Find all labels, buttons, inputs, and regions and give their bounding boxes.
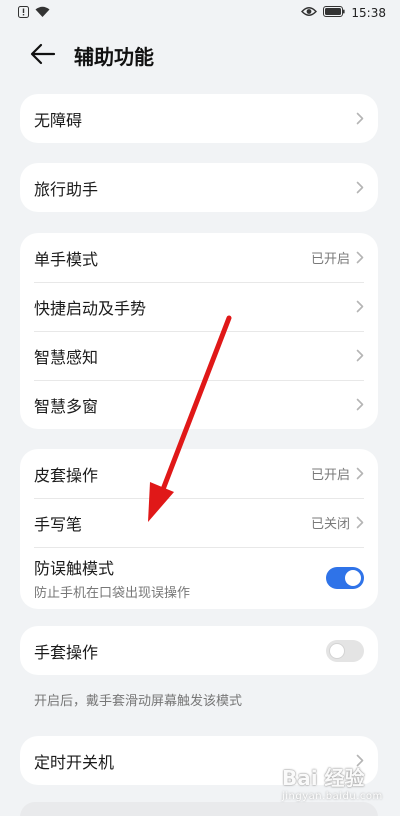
row-accidental-touch: 防误触模式 防止手机在口袋出现误操作 <box>20 547 378 609</box>
card-glove-mode: 手套操作 <box>20 626 378 675</box>
status-time: 15:38 <box>351 6 386 20</box>
row-label: 旅行助手 <box>34 179 99 199</box>
baidu-watermark: Bai 经验 jingyan.baidu.com <box>282 762 383 802</box>
row-smart-multiwindow[interactable]: 智慧多窗 <box>20 380 378 429</box>
chevron-right-icon <box>356 349 364 362</box>
card-travel-assistant: 旅行助手 <box>20 163 378 212</box>
card-cover-stylus: 皮套操作 已开启 手写笔 已关闭 防误触模式 防止手机在口袋出现误操作 <box>20 449 378 609</box>
row-value: 已关闭 <box>310 517 350 532</box>
card-accessibility: 无障碍 <box>20 94 378 143</box>
watermark-logo: Bai 经验 <box>282 766 365 790</box>
card-gestures: 单手模式 已开启 快捷启动及手势 智慧感知 智慧多窗 <box>20 233 378 429</box>
chevron-right-icon <box>356 516 364 529</box>
chevron-right-icon <box>356 300 364 313</box>
row-label: 无障碍 <box>34 110 83 130</box>
chevron-right-icon <box>356 251 364 264</box>
glove-mode-toggle[interactable] <box>326 639 364 662</box>
row-sublabel: 防止手机在口袋出现误操作 <box>34 586 191 601</box>
row-value: 已开启 <box>310 468 350 483</box>
chevron-right-icon <box>356 181 364 194</box>
battery-icon <box>323 6 346 20</box>
row-label: 手套操作 <box>34 642 99 662</box>
row-label: 手写笔 <box>34 514 83 534</box>
card-partial <box>20 802 378 816</box>
row-shortcuts-gestures[interactable]: 快捷启动及手势 <box>20 282 378 331</box>
back-arrow-icon[interactable] <box>30 43 56 65</box>
chevron-right-icon <box>356 112 364 125</box>
row-glove-mode: 手套操作 <box>20 626 378 675</box>
row-smart-sensing[interactable]: 智慧感知 <box>20 331 378 380</box>
accidental-touch-toggle[interactable] <box>326 567 364 589</box>
glove-mode-note: 开启后，戴手套滑动屏幕触发该模式 <box>34 694 243 709</box>
row-label: 快捷启动及手势 <box>34 298 147 318</box>
row-smart-cover[interactable]: 皮套操作 已开启 <box>20 449 378 498</box>
row-label: 皮套操作 <box>34 465 99 485</box>
eye-icon <box>301 6 318 20</box>
chevron-right-icon <box>356 398 364 411</box>
row-label: 智慧多窗 <box>34 396 99 416</box>
row-travel-assistant[interactable]: 旅行助手 <box>20 163 378 212</box>
notification-icon <box>18 5 29 21</box>
row-label: 防误触模式 <box>34 559 115 578</box>
row-accessibility[interactable]: 无障碍 <box>20 94 378 143</box>
row-value: 已开启 <box>310 252 350 267</box>
row-label: 智慧感知 <box>34 347 99 367</box>
watermark-url: jingyan.baidu.com <box>282 791 383 802</box>
chevron-right-icon <box>356 467 364 480</box>
status-bar: 15:38 <box>0 0 400 26</box>
wifi-icon <box>35 6 50 21</box>
header: 辅助功能 <box>0 30 400 78</box>
page-title: 辅助功能 <box>74 45 154 69</box>
row-one-handed-mode[interactable]: 单手模式 已开启 <box>20 233 378 282</box>
row-label: 单手模式 <box>34 249 99 269</box>
row-stylus[interactable]: 手写笔 已关闭 <box>20 498 378 547</box>
